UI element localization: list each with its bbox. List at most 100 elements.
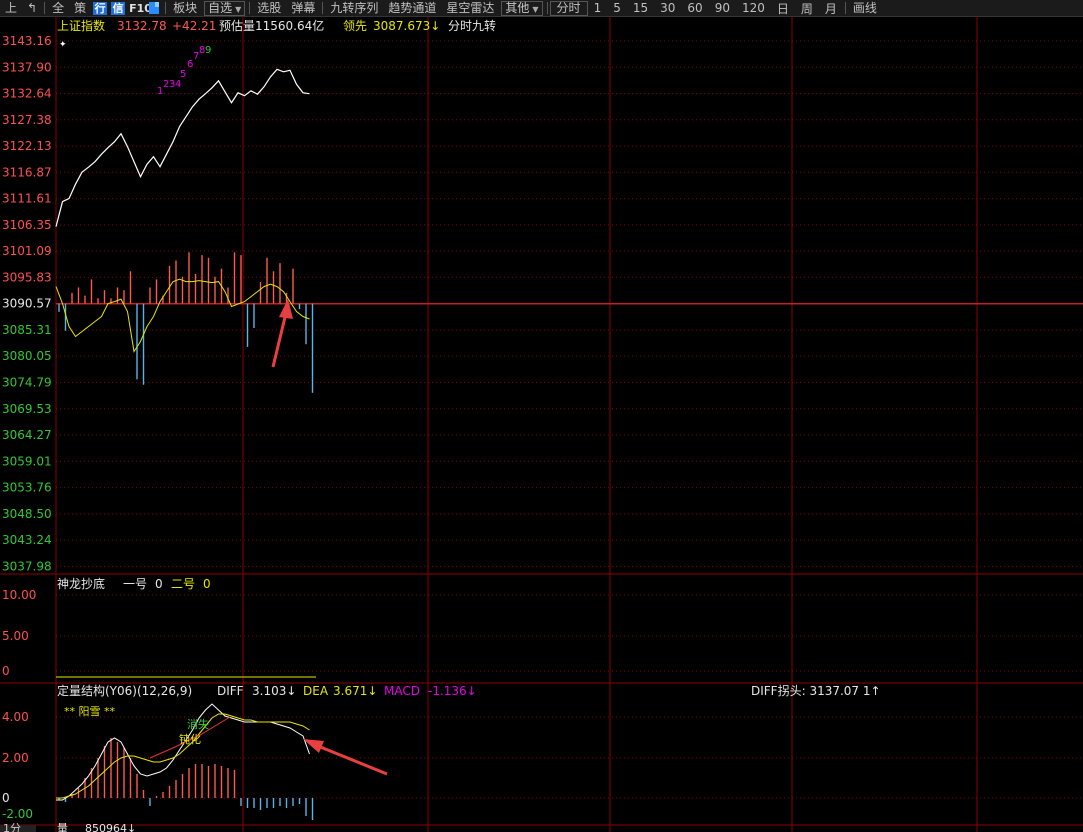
watchlist-label: 自选 <box>208 0 233 15</box>
nine-mark: 9 <box>205 45 211 56</box>
macd-label: MACD <box>384 684 420 698</box>
star-radar-button[interactable]: 星空雷达 <box>441 0 499 16</box>
price-axis-label: 3069.53 <box>2 402 52 416</box>
dea-value: 3.671↓ <box>333 684 377 698</box>
chevron-down-icon: ▼ <box>235 4 242 14</box>
annotation-arrow <box>271 299 293 368</box>
index-price: 3132.78 <box>117 19 167 33</box>
macd-value: -1.136↓ <box>428 684 477 698</box>
timeframe-week[interactable]: 周 <box>795 0 819 17</box>
shenlong-axis-label: 0 <box>2 664 10 678</box>
tab-strategy[interactable]: 策 <box>69 0 91 16</box>
price-panel <box>55 68 314 393</box>
nine-turn-label: 分时九转 <box>448 18 496 33</box>
shenlong-panel: 10.00 5.00 0 <box>2 588 316 678</box>
timeframe-120[interactable]: 120 <box>736 1 771 15</box>
price-axis-label: 3090.57 <box>2 297 52 311</box>
info-icon[interactable]: 信 <box>111 1 126 15</box>
chevron-down-icon: ▼ <box>532 4 539 14</box>
price-axis-label: 3132.64 <box>2 87 52 101</box>
diff-value: 3.103↓ <box>252 684 296 698</box>
timeframe-15[interactable]: 15 <box>627 1 654 15</box>
price-axis-label: 3116.87 <box>2 165 52 179</box>
divider <box>844 2 846 14</box>
price-axis-label: 3080.05 <box>2 349 52 363</box>
shenlong-axis-label: 5.00 <box>2 629 29 643</box>
macd-panel: 4.00 2.00 0 -2.00 <box>2 703 314 821</box>
lead-value: 3087.673↓ <box>373 19 440 33</box>
timeframe-month[interactable]: 月 <box>819 0 843 17</box>
price-axis-label: 3074.79 <box>2 376 52 390</box>
timeframe-1[interactable]: 1 <box>588 1 608 15</box>
macd-axis-label: 0 <box>2 791 10 805</box>
timeframe-90[interactable]: 90 <box>709 1 736 15</box>
macd-title: 定量结构(Y06)(12,26,9) <box>57 683 192 698</box>
divider <box>44 2 46 14</box>
price-axis-label: 3101.09 <box>2 244 52 258</box>
price-axis-label: 3064.27 <box>2 428 52 442</box>
price-axis-label: 3137.90 <box>2 60 52 74</box>
shenlong-val2: 0 <box>203 577 211 591</box>
tab-all[interactable]: 全 <box>47 0 69 16</box>
passivate-label: 钝化 <box>179 732 201 746</box>
divider <box>546 2 548 14</box>
diff-turn: DIFF拐头: 3137.07 1↑ <box>751 683 881 698</box>
other-label: 其他 <box>505 0 530 15</box>
crosshair-icon: ✦ <box>59 40 67 50</box>
vanish-label: 消失 <box>187 717 209 731</box>
price-axis-label: 3111.61 <box>2 192 52 206</box>
shenlong-label2: 二号 <box>171 577 195 591</box>
price-axis-label: 3106.35 <box>2 218 52 232</box>
period-tab[interactable]: 1分 <box>3 822 21 832</box>
dea-label: DEA <box>303 684 329 698</box>
estimated-volume: 预估量11560.64亿 <box>219 18 324 33</box>
price-axis-label: 3122.13 <box>2 139 52 153</box>
index-change: +42.21 <box>172 19 216 33</box>
stock-picker-button[interactable]: 选股 <box>252 0 286 16</box>
shenlong-axis-label: 10.00 <box>2 588 36 602</box>
timeframe-30[interactable]: 30 <box>654 1 681 15</box>
watchlist-dropdown[interactable]: 自选 ▼ <box>204 0 246 16</box>
timeframe-intraday[interactable]: 分时 <box>549 0 588 16</box>
timeframe-day[interactable]: 日 <box>771 0 795 17</box>
shenlong-val1: 0 <box>155 577 163 591</box>
price-axis-label: 3085.31 <box>2 323 52 337</box>
lead-label: 领先 <box>343 19 367 33</box>
divider <box>249 2 251 14</box>
price-axis-label: 3053.76 <box>2 481 52 495</box>
shenlong-title: 神龙抄底 <box>57 576 105 591</box>
diff-label: DIFF <box>217 684 244 698</box>
price-axis-label: 3059.01 <box>2 454 52 468</box>
f10-button[interactable]: F10 <box>129 2 152 15</box>
price-axis-label: 3043.24 <box>2 533 52 547</box>
price-axis-label: 3037.98 <box>2 559 52 573</box>
divider <box>322 2 324 14</box>
macd-axis-label: 4.00 <box>2 710 29 724</box>
up-icon[interactable]: 上 <box>0 0 22 16</box>
volume-value: 850964↓ <box>85 822 136 832</box>
intraday-chart[interactable]: 3143.16 3137.90 3132.64 3127.38 3122.13 3116.… <box>0 17 1083 832</box>
annotation-arrow <box>303 739 388 776</box>
nine-mark: 4 <box>175 79 181 90</box>
divider <box>165 2 167 14</box>
danmaku-button[interactable]: 弹幕 <box>286 0 320 16</box>
nine-turn-button[interactable]: 九转序列 <box>325 0 383 16</box>
other-dropdown[interactable]: 其他 ▼ <box>501 0 543 16</box>
timeframe-60[interactable]: 60 <box>681 1 708 15</box>
price-axis-label: 3143.16 <box>2 34 52 48</box>
draw-line-button[interactable]: 画线 <box>848 0 882 16</box>
volume-label: 量 <box>57 822 68 832</box>
timeframe-5[interactable]: 5 <box>607 1 627 15</box>
price-line <box>55 68 310 227</box>
price-axis-label: 3048.50 <box>2 507 52 521</box>
quote-icon[interactable]: 行 <box>93 1 108 15</box>
nine-mark: 5 <box>180 69 186 80</box>
macd-axis-label: 2.00 <box>2 751 29 765</box>
index-name: 上证指数 <box>57 18 105 33</box>
back-icon[interactable]: ↰ <box>22 0 42 16</box>
toolbar: 上 ↰ 全 策 行 信 F10 板块 自选 ▼ 选股 弹幕 九转序列 趋势通道 星… <box>0 0 1083 17</box>
trend-channel-button[interactable]: 趋势通道 <box>383 0 441 16</box>
bookmark-icon[interactable] <box>147 1 161 15</box>
chart-grid: 3143.16 3137.90 3132.64 3127.38 3122.13 3116.… <box>0 17 1083 832</box>
block-button[interactable]: 板块 <box>168 0 202 16</box>
